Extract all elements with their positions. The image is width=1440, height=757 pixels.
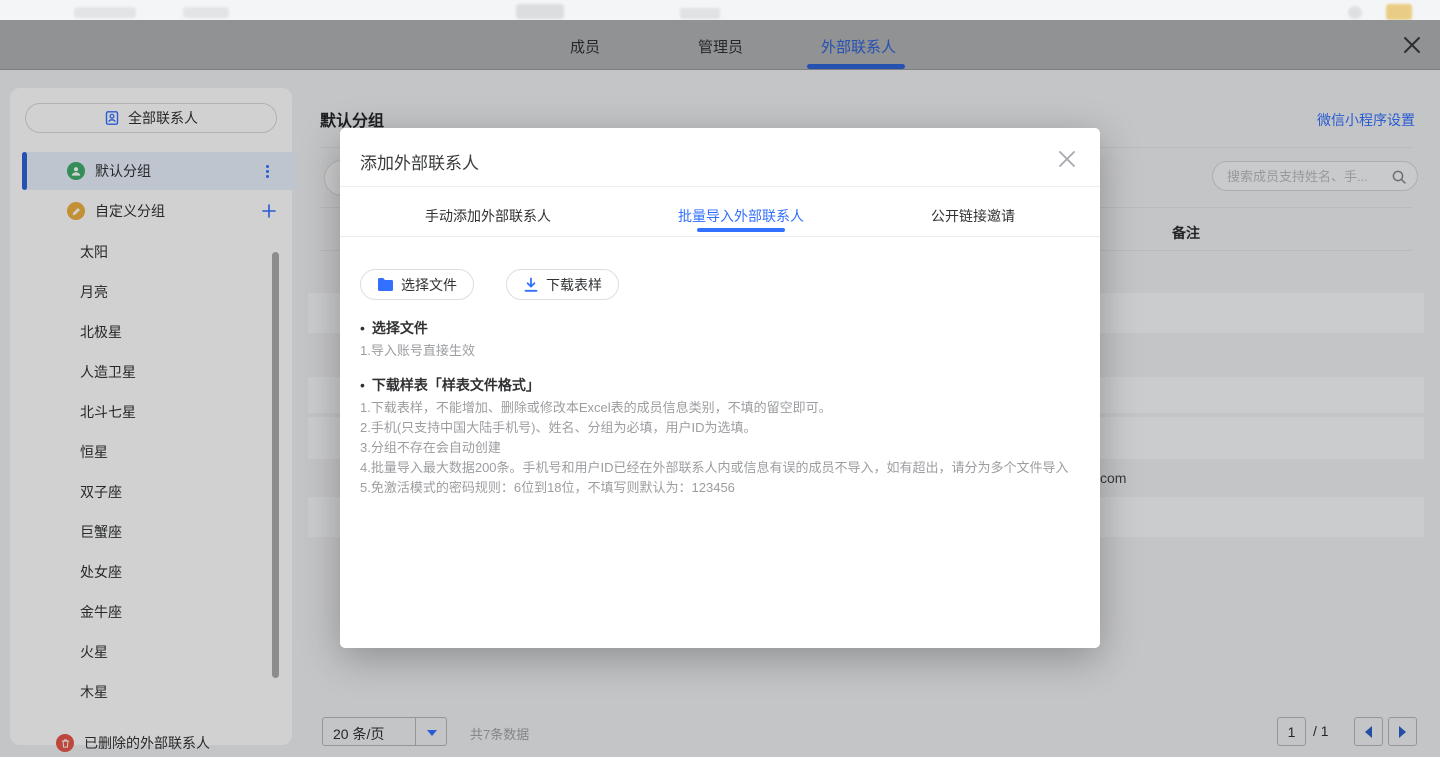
instruction-line: 5.免激活模式的密码规则：6位到18位，不填写则默认为：123456 — [360, 478, 735, 498]
ghost-element — [183, 7, 229, 18]
download-template-button[interactable]: 下载表样 — [506, 269, 619, 300]
download-icon — [523, 277, 539, 293]
folder-icon — [377, 277, 394, 292]
divider — [340, 236, 1100, 237]
ghost-avatar — [1386, 4, 1412, 20]
modal-title: 添加外部联系人 — [360, 149, 479, 174]
choose-file-label: 选择文件 — [401, 275, 457, 295]
modal-tab-manual-add[interactable]: 手动添加外部联系人 — [425, 206, 551, 226]
choose-file-button[interactable]: 选择文件 — [360, 269, 474, 300]
ghost-element — [74, 7, 136, 18]
ghost-element — [516, 4, 564, 19]
section-heading-template-format: 下载样表「样表文件格式」 — [360, 375, 540, 395]
modal-tab-public-link[interactable]: 公开链接邀请 — [931, 206, 1015, 226]
modal-tab-batch-import[interactable]: 批量导入外部联系人 — [678, 206, 804, 226]
instruction-line: 4.批量导入最大数据200条。手机号和用户ID已经在外部联系人内或信息有误的成员… — [360, 458, 1069, 478]
ghost-element — [680, 8, 720, 19]
instruction-line: 1.导入账号直接生效 — [360, 341, 475, 361]
instruction-line: 1.下载表样，不能增加、删除或修改本Excel表的成员信息类别，不填的留空即可。 — [360, 398, 832, 418]
add-external-contact-modal: 添加外部联系人 手动添加外部联系人 批量导入外部联系人 公开链接邀请 选择文件 … — [340, 128, 1100, 648]
download-template-label: 下载表样 — [546, 275, 602, 295]
modal-close-icon[interactable] — [1056, 148, 1078, 170]
divider — [340, 186, 1100, 187]
instruction-line: 3.分组不存在会自动创建 — [360, 438, 501, 458]
ghost-element — [1348, 6, 1362, 19]
instruction-line: 2.手机(只支持中国大陆手机号)、姓名、分组为必填，用户ID为选填。 — [360, 418, 757, 438]
modal-active-tab-underline — [697, 228, 785, 232]
section-heading-choose-file: 选择文件 — [360, 318, 428, 338]
